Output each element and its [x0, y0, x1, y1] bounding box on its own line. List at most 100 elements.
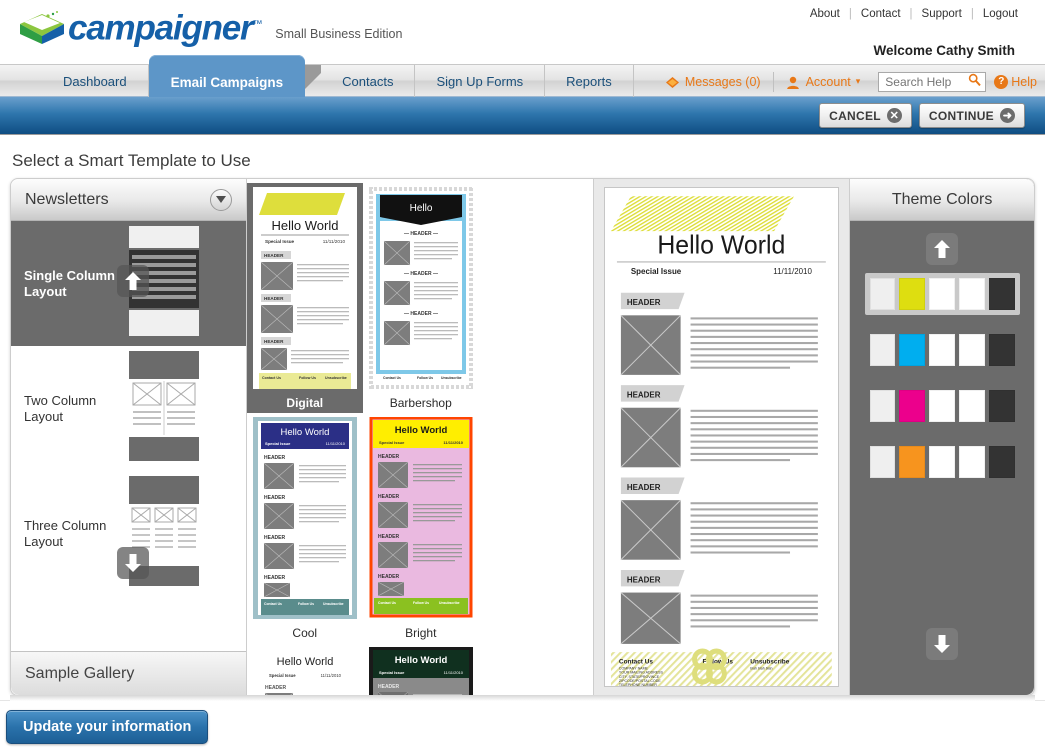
svg-text:11/11/2010: 11/11/2010	[325, 441, 345, 446]
swatch-white-1	[929, 390, 955, 422]
account-menu[interactable]: Account ▾	[776, 75, 871, 89]
sample-gallery-button[interactable]: Sample Gallery	[11, 651, 246, 695]
theme-row-yellow[interactable]	[864, 273, 1020, 315]
arrow-right-icon: ➜	[1000, 108, 1015, 123]
sample-gallery-label: Sample Gallery	[25, 664, 135, 682]
chevron-down-icon: ▾	[855, 76, 861, 86]
search-icon[interactable]	[968, 73, 982, 91]
nav-tab-list: Dashboard Email Campaigns Contacts Sign …	[42, 55, 634, 98]
messages-label: Messages (0)	[684, 74, 761, 89]
svg-text:Special Issue: Special Issue	[269, 673, 296, 678]
nav-divider	[772, 71, 774, 92]
user-icon	[786, 76, 800, 89]
search-input[interactable]	[883, 73, 969, 90]
template-card-cool[interactable]: Hello World Special Issue 11/11/2010 HEA…	[247, 413, 363, 643]
theme-row-magenta[interactable]	[865, 385, 1020, 427]
link-support[interactable]: Support	[913, 8, 971, 20]
template-card-plain[interactable]: Hello World Special Issue 11/11/2010 HEA…	[247, 643, 363, 695]
update-information-button[interactable]: Update your information	[6, 710, 209, 744]
swatch-white-1	[929, 278, 955, 310]
swatch-neutral	[869, 334, 896, 366]
theme-row-cyan[interactable]	[865, 329, 1020, 371]
template-card-bright[interactable]: Hello World Special Issue 11/11/2010 HEA…	[363, 413, 479, 643]
svg-text:Hello World: Hello World	[658, 231, 786, 259]
tab-email-campaigns[interactable]: Email Campaigns	[148, 55, 306, 98]
template-thumbnail: Hello World Special Issue 11/11/2010 HEA…	[368, 647, 473, 695]
tab-sign-up-forms[interactable]: Sign Up Forms	[415, 65, 546, 98]
theme-scroll-up-button[interactable]	[926, 233, 959, 265]
footer-shadow	[10, 695, 1035, 701]
svg-text:HEADER: HEADER	[627, 483, 661, 492]
link-logout[interactable]: Logout	[974, 8, 1027, 20]
template-label: Cool	[292, 626, 318, 640]
trademark-symbol: ™	[252, 19, 262, 30]
arrow-up-icon	[934, 240, 951, 258]
svg-text:Hello World: Hello World	[280, 427, 329, 438]
layout-item-three-column[interactable]: Three Column Layout	[11, 471, 246, 596]
preview-canvas[interactable]: Hello World Special Issue 11/11/2010 HEA…	[604, 187, 840, 687]
two-column-thumbnail	[129, 351, 199, 466]
swatch-accent	[899, 446, 926, 478]
template-card-dark[interactable]: Hello World Special Issue 11/11/2010 HEA…	[363, 643, 479, 695]
link-about[interactable]: About	[801, 8, 849, 20]
newsletters-title: Newsletters	[25, 190, 109, 208]
swatch-neutral	[869, 446, 896, 478]
svg-text:HEADER: HEADER	[378, 494, 400, 500]
chevron-down-icon[interactable]	[209, 188, 232, 211]
svg-text:Contact Us: Contact Us	[378, 601, 396, 605]
svg-text:11/11/2010: 11/11/2010	[443, 440, 463, 445]
template-card-digital[interactable]: Hello World Special Issue 11/11/2010 HEA…	[246, 183, 363, 413]
svg-text:blah blah blah: blah blah blah	[751, 667, 773, 671]
svg-text:Special Issue: Special Issue	[631, 267, 682, 276]
help-button[interactable]: ? Help	[994, 74, 1037, 89]
page-title: Select a Smart Template to Use	[12, 151, 251, 170]
svg-text:Special Issue: Special Issue	[379, 440, 405, 445]
template-chooser: Newsletters Single Column Layout Two Col…	[10, 178, 1035, 696]
scroll-up-button[interactable]	[117, 265, 149, 297]
tab-dashboard[interactable]: Dashboard	[42, 65, 149, 98]
svg-text:Hello World: Hello World	[394, 425, 447, 436]
svg-text:TELEPHONE NUMBER: TELEPHONE NUMBER	[619, 683, 657, 686]
theme-colors-header: Theme Colors	[850, 179, 1034, 221]
swatch-accent	[899, 334, 926, 366]
messages-button[interactable]: Messages (0)	[655, 75, 771, 89]
cancel-label: CANCEL	[829, 108, 881, 123]
svg-text:Unsubscribe: Unsubscribe	[439, 601, 460, 605]
cancel-button[interactable]: CANCEL ✕	[819, 103, 912, 128]
svg-text:HEADER: HEADER	[264, 575, 286, 581]
svg-text:HEADER: HEADER	[627, 298, 661, 307]
theme-scroll-down-button[interactable]	[926, 628, 959, 660]
tab-reports[interactable]: Reports	[545, 65, 634, 98]
welcome-message: Welcome Cathy Smith	[873, 43, 1015, 58]
continue-button[interactable]: CONTINUE ➜	[918, 103, 1025, 128]
template-label: Barbershop	[389, 396, 452, 410]
search-help-box[interactable]	[878, 71, 987, 92]
newsletters-panel-header: Newsletters	[11, 179, 246, 221]
svg-text:HEADER: HEADER	[378, 534, 400, 540]
svg-text:HEADER: HEADER	[627, 575, 661, 584]
help-label: Help	[1011, 74, 1037, 89]
svg-text:Hello World: Hello World	[276, 656, 333, 668]
question-mark-icon: ?	[994, 74, 1009, 89]
svg-text:HEADER: HEADER	[378, 574, 400, 580]
svg-text:Contact Us: Contact Us	[262, 376, 281, 380]
brand-logo[interactable]: campaigner™ Small Business Edition	[18, 8, 402, 46]
swatch-accent	[899, 278, 926, 310]
svg-text:11/11/2010: 11/11/2010	[443, 670, 463, 675]
layout-item-single-column[interactable]: Single Column Layout	[11, 221, 246, 346]
template-card-barbershop[interactable]: Hello — HEADER — — HEADER — — HEADER — C…	[363, 183, 479, 413]
svg-text:— HEADER —: — HEADER —	[404, 311, 438, 317]
layout-item-two-column[interactable]: Two Column Layout	[11, 346, 246, 471]
utility-links: About | Contact | Support | Logout	[801, 8, 1027, 20]
swatch-dark	[988, 446, 1015, 478]
svg-text:HEADER: HEADER	[264, 296, 284, 301]
link-contact[interactable]: Contact	[852, 8, 910, 20]
swatch-white-1	[929, 446, 955, 478]
svg-text:HEADER: HEADER	[264, 535, 286, 541]
layout-label: Three Column Layout	[24, 517, 107, 549]
svg-text:Special Issue: Special Issue	[265, 239, 295, 244]
tab-contacts[interactable]: Contacts	[321, 65, 416, 98]
theme-row-orange[interactable]	[865, 441, 1020, 483]
scroll-down-button[interactable]	[117, 547, 149, 579]
template-grid-panel[interactable]: Hello World Special Issue 11/11/2010 HEA…	[246, 179, 595, 695]
